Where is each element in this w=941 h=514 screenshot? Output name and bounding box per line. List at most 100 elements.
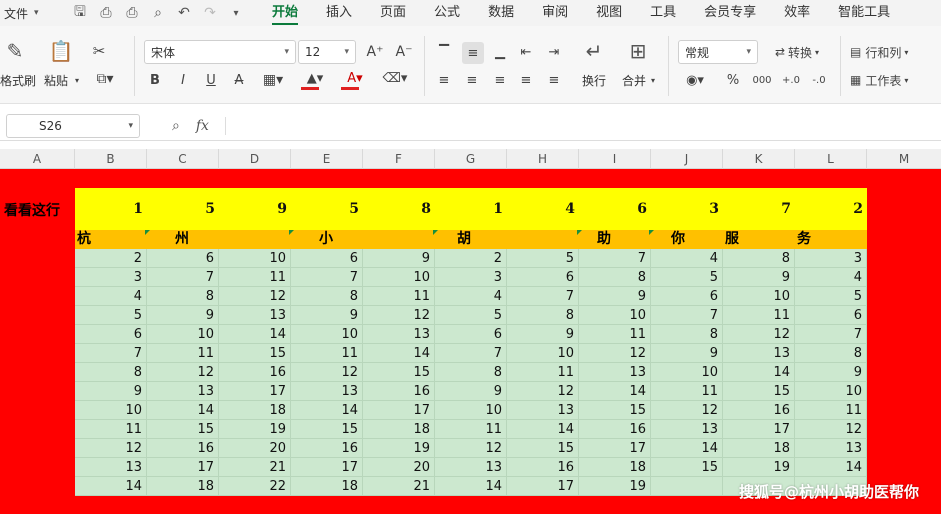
wrap-text-label[interactable]: 换行 — [582, 72, 606, 89]
align-middle-icon[interactable]: ≡ — [462, 42, 484, 64]
outdent-icon[interactable]: ⇤ — [516, 42, 536, 62]
number-cell[interactable]: 12 — [507, 382, 579, 401]
align-right-icon[interactable]: ≡ — [490, 70, 510, 90]
export-pdf-icon[interactable]: ⎙ — [98, 5, 114, 21]
number-cell[interactable]: 4 — [795, 268, 867, 287]
number-cell[interactable]: 14 — [723, 363, 795, 382]
number-cell[interactable]: 15 — [147, 420, 219, 439]
number-cell[interactable]: 14 — [291, 401, 363, 420]
tab-smart-tools[interactable]: 智能工具 — [824, 0, 904, 26]
copy-icon[interactable]: ⧉▾ — [90, 70, 120, 88]
number-cell[interactable]: 16 — [507, 458, 579, 477]
number-cell[interactable]: 14 — [579, 382, 651, 401]
align-left-icon[interactable]: ≡ — [434, 70, 454, 90]
number-cell[interactable]: 18 — [363, 420, 435, 439]
number-cell[interactable]: 11 — [147, 344, 219, 363]
number-cell[interactable]: 16 — [147, 439, 219, 458]
increase-font-icon[interactable]: A⁺ — [366, 42, 384, 62]
number-cell[interactable]: 9 — [75, 382, 147, 401]
number-cell[interactable]: 8 — [579, 268, 651, 287]
number-cell[interactable]: 14 — [75, 477, 147, 496]
number-cell[interactable]: 12 — [219, 287, 291, 306]
number-cell[interactable]: 13 — [219, 306, 291, 325]
number-cell[interactable]: 12 — [363, 306, 435, 325]
number-cell[interactable]: 15 — [219, 344, 291, 363]
number-cell[interactable]: 20 — [363, 458, 435, 477]
row-label-cell[interactable]: 看看这行 — [4, 200, 60, 220]
file-menu[interactable]: 文件 ▾ — [0, 5, 58, 22]
number-cell[interactable]: 14 — [219, 325, 291, 344]
number-cell[interactable]: 7 — [147, 268, 219, 287]
number-cell[interactable]: 15 — [507, 439, 579, 458]
number-cell[interactable]: 5 — [435, 306, 507, 325]
text-cell[interactable]: 务 — [797, 230, 811, 249]
number-cell[interactable]: 15 — [363, 363, 435, 382]
increase-decimal-button[interactable]: +.0 — [780, 70, 802, 90]
number-cell[interactable]: 16 — [723, 401, 795, 420]
fx-icon[interactable]: fx — [196, 118, 209, 134]
number-cell[interactable]: 4 — [507, 188, 579, 230]
text-cell[interactable]: 小 — [319, 230, 333, 249]
number-cell[interactable]: 5 — [795, 287, 867, 306]
number-cell[interactable]: 8 — [723, 249, 795, 268]
number-cell[interactable]: 16 — [579, 420, 651, 439]
paste-label[interactable]: 粘贴 — [44, 72, 68, 89]
tab-insert[interactable]: 插入 — [312, 0, 366, 26]
number-cell[interactable]: 17 — [219, 382, 291, 401]
number-cell[interactable]: 14 — [795, 458, 867, 477]
number-cell[interactable]: 9 — [651, 344, 723, 363]
print-preview-icon[interactable]: ⌕ — [150, 5, 166, 21]
number-cell[interactable]: 11 — [651, 382, 723, 401]
strikethrough-button[interactable]: A — [230, 70, 248, 90]
number-cell[interactable]: 13 — [291, 382, 363, 401]
number-cell[interactable]: 12 — [291, 363, 363, 382]
tab-data[interactable]: 数据 — [474, 0, 528, 26]
text-cell[interactable]: 你 — [671, 230, 685, 249]
tab-view[interactable]: 视图 — [582, 0, 636, 26]
number-cell[interactable]: 6 — [75, 325, 147, 344]
number-cell[interactable]: 22 — [219, 477, 291, 496]
number-cell[interactable]: 8 — [795, 344, 867, 363]
number-cell[interactable]: 3 — [75, 268, 147, 287]
column-header-c[interactable]: C — [147, 149, 219, 169]
format-painter-icon[interactable]: ✎ — [4, 39, 26, 63]
number-cell[interactable]: 8 — [507, 306, 579, 325]
number-cell[interactable]: 9 — [219, 188, 291, 230]
number-cell[interactable]: 10 — [651, 363, 723, 382]
indent-icon[interactable]: ⇥ — [544, 42, 564, 62]
number-cell[interactable]: 6 — [435, 325, 507, 344]
number-cell[interactable]: 9 — [579, 287, 651, 306]
number-cell[interactable]: 8 — [147, 287, 219, 306]
number-cell[interactable]: 21 — [363, 477, 435, 496]
number-cell[interactable]: 17 — [579, 439, 651, 458]
align-bottom-icon[interactable]: ▁ — [490, 42, 510, 62]
fill-color-icon[interactable]: ▲▾ — [300, 68, 330, 88]
number-cell[interactable]: 18 — [723, 439, 795, 458]
number-cell[interactable]: 12 — [75, 439, 147, 458]
number-cell[interactable]: 8 — [651, 325, 723, 344]
number-cell[interactable]: 17 — [147, 458, 219, 477]
column-header-e[interactable]: E — [291, 149, 363, 169]
align-top-icon[interactable]: ▔ — [434, 42, 454, 62]
worksheet-grid[interactable]: 看看这行 15958146372 杭 州 小 胡 助 你 服 务 2 6 10 6 9 2… — [0, 169, 941, 514]
number-cell[interactable]: 7 — [291, 268, 363, 287]
number-cell[interactable]: 12 — [579, 344, 651, 363]
number-cell[interactable]: 4 — [651, 249, 723, 268]
number-cell[interactable]: 17 — [291, 458, 363, 477]
column-header-a[interactable]: A — [0, 149, 75, 169]
currency-icon[interactable]: ◉▾ — [682, 70, 708, 90]
redo-icon[interactable]: ↷ — [202, 5, 218, 21]
rows-columns-button[interactable]: ▤ 行和列 ▾ — [850, 42, 930, 62]
name-box[interactable]: S26 ▾ — [6, 114, 140, 138]
text-cell[interactable]: 服 — [725, 230, 739, 249]
number-cell[interactable]: 9 — [435, 382, 507, 401]
print-icon[interactable]: ⎙ — [124, 5, 140, 21]
number-cell[interactable]: 13 — [795, 439, 867, 458]
borders-icon[interactable]: ▦▾ — [258, 70, 288, 90]
number-cell[interactable]: 10 — [795, 382, 867, 401]
zoom-lookup-icon[interactable]: ⌕ — [172, 118, 180, 134]
text-cell[interactable]: 助 — [597, 230, 611, 249]
number-cell[interactable]: 18 — [219, 401, 291, 420]
number-cell[interactable]: 5 — [507, 249, 579, 268]
number-cell[interactable]: 8 — [75, 363, 147, 382]
